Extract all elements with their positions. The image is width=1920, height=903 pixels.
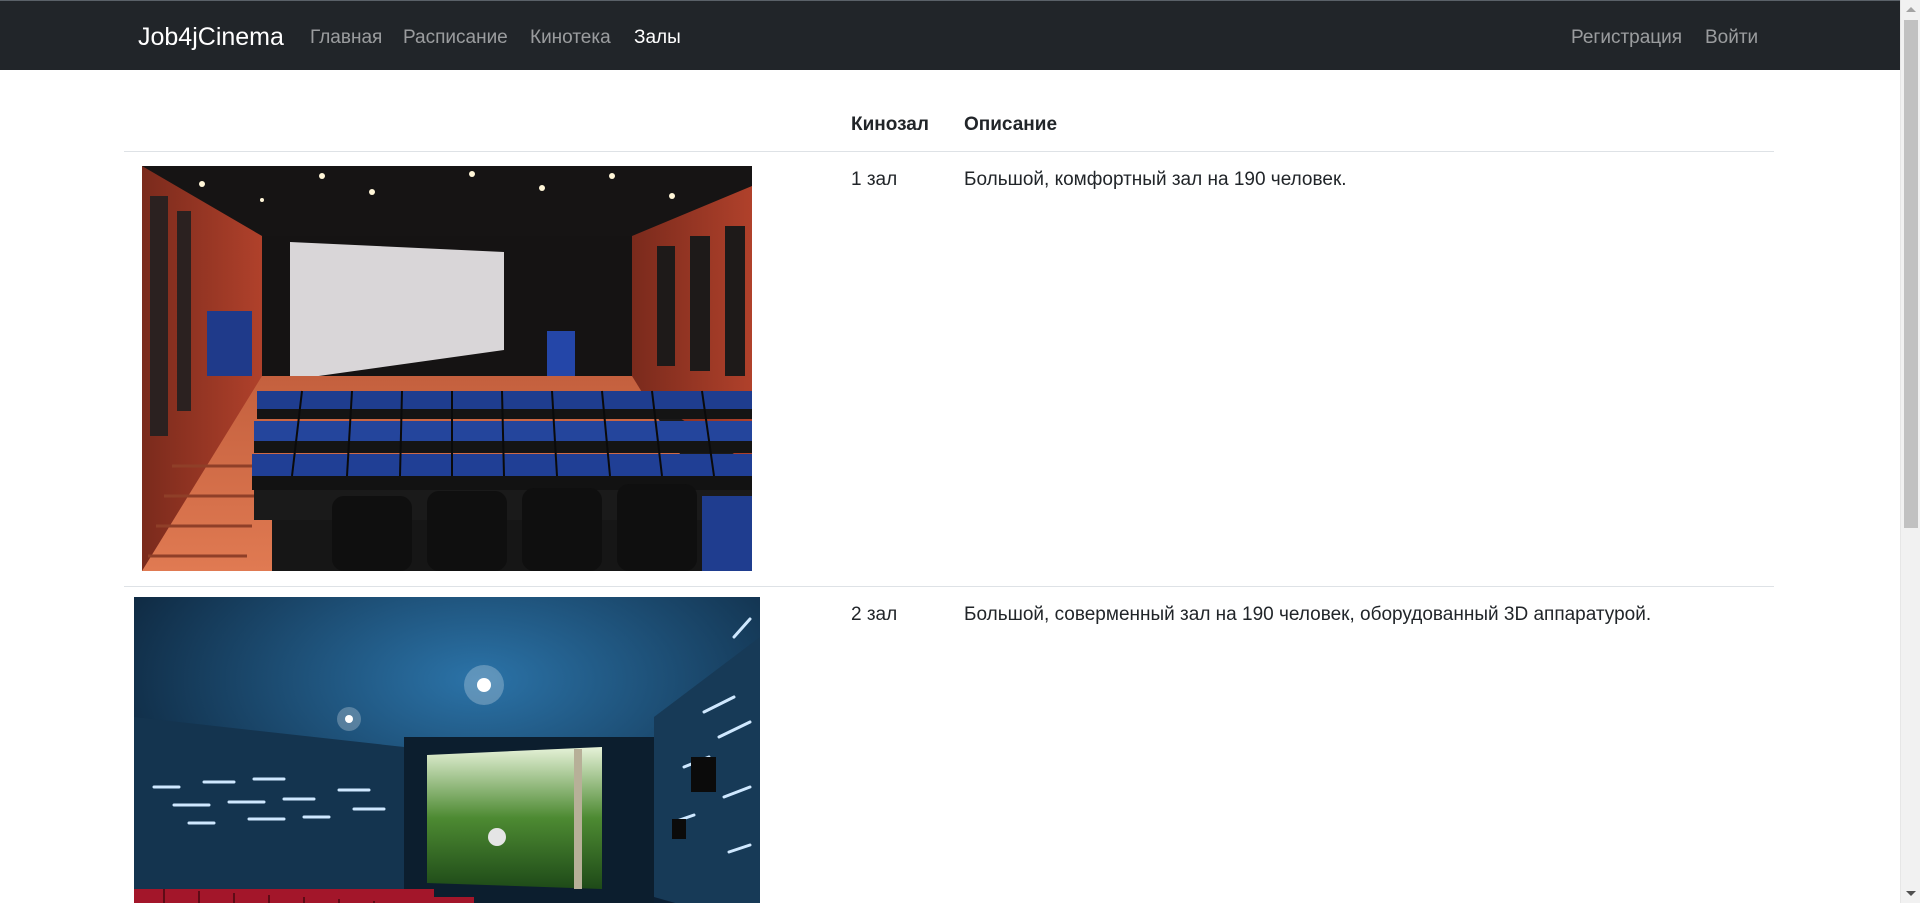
nav-link-register[interactable]: Регистрация	[1571, 26, 1682, 50]
hall-name-cell: 2 зал	[851, 586, 964, 903]
hall-description-cell: Большой, соверменный зал на 190 человек,…	[964, 586, 1774, 903]
hall-image-cell	[124, 586, 851, 903]
hall-image-cell	[124, 151, 851, 587]
page: Job4jCinema Главная Расписание Кинотека …	[0, 0, 1900, 903]
table-row: 2 зал Большой, соверменный зал на 190 че…	[124, 586, 1774, 903]
nav-link-home[interactable]: Главная	[310, 26, 382, 50]
column-header-hall: Кинозал	[851, 100, 964, 152]
scroll-up-arrow-icon[interactable]	[1906, 7, 1916, 12]
vertical-scrollbar[interactable]	[1900, 0, 1920, 903]
nav-link-film-library[interactable]: Кинотека	[530, 26, 611, 50]
nav-link-login[interactable]: Войти	[1705, 26, 1758, 50]
brand-logo-link[interactable]: Job4jCinema	[138, 21, 284, 53]
halls-table-container: Кинозал Описание 1 зал Большой, комфортн…	[124, 100, 1774, 903]
column-header-description: Описание	[964, 100, 1774, 152]
nav-link-schedule[interactable]: Расписание	[403, 26, 508, 50]
table-header-row: Кинозал Описание	[124, 100, 1774, 152]
browser-viewport: Job4jCinema Главная Расписание Кинотека …	[0, 0, 1920, 903]
hall-description-cell: Большой, комфортный зал на 190 человек.	[964, 151, 1774, 587]
table-row: 1 зал Большой, комфортный зал на 190 чел…	[124, 151, 1774, 587]
nav-link-halls[interactable]: Залы	[634, 26, 681, 50]
scrollbar-thumb[interactable]	[1904, 20, 1918, 528]
cinema-hall-blue-photo	[134, 596, 760, 903]
halls-table: Кинозал Описание 1 зал Большой, комфортн…	[124, 100, 1774, 903]
column-header-image	[124, 100, 851, 152]
cinema-hall-red-photo	[142, 165, 752, 571]
scroll-down-arrow-icon[interactable]	[1906, 891, 1916, 896]
hall-name-cell: 1 зал	[851, 151, 964, 587]
top-navbar: Job4jCinema Главная Расписание Кинотека …	[0, 0, 1900, 70]
